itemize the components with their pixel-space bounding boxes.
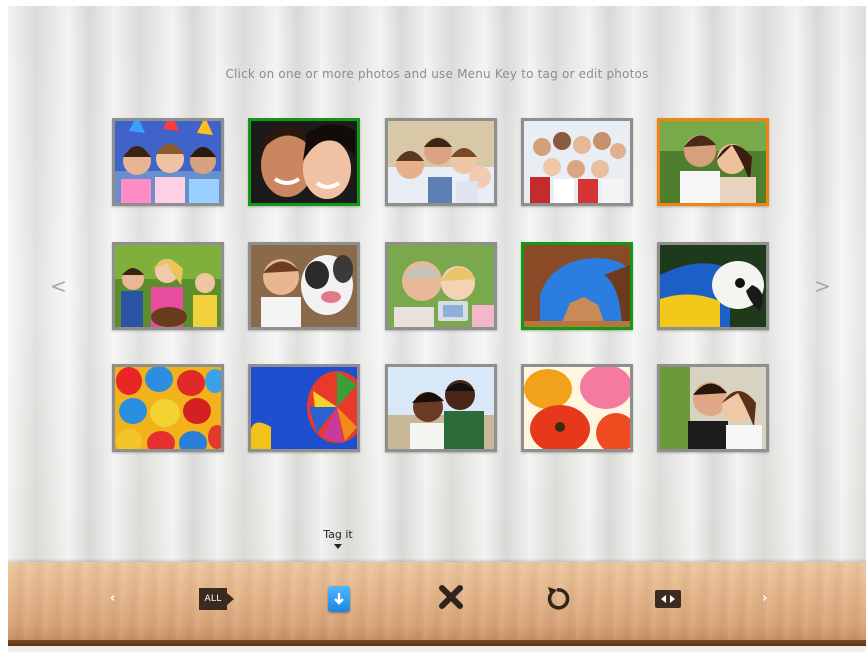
bottom-toolbar: ‹ ALL › [8, 562, 866, 640]
slideshow-icon [661, 595, 675, 603]
toolbar-previous-button[interactable]: ‹ [110, 591, 115, 606]
photo-thumbnail-group-friends[interactable] [521, 118, 633, 206]
photo-thumbnail-boy-dog[interactable] [248, 242, 360, 330]
photo-thumbnail-smiling-couple[interactable] [657, 118, 769, 206]
delete-icon [439, 585, 463, 609]
photo-thumbnail-children-dog[interactable] [112, 242, 224, 330]
photo-thumbnail-hot-air-balloon[interactable] [248, 364, 360, 452]
colorful-eggs-photo [115, 367, 221, 449]
select-all-button[interactable]: ALL [199, 588, 234, 610]
family-four-photo [388, 121, 494, 203]
group-friends-photo [524, 121, 630, 203]
photo-thumbnail-couple-closeup[interactable] [248, 118, 360, 206]
photo-thumbnail-couple-embracing[interactable] [657, 364, 769, 452]
previous-page-arrow[interactable]: < [50, 274, 67, 298]
next-page-arrow[interactable]: > [814, 274, 831, 298]
photo-thumbnail-couple-beach[interactable] [385, 364, 497, 452]
toolbar-next-button[interactable]: › [762, 591, 767, 606]
tag-button[interactable] [328, 586, 350, 612]
woman-girl-camera-photo [388, 245, 494, 327]
select-all-icon: ALL [204, 594, 222, 604]
rotate-icon [547, 587, 570, 610]
poppy-flowers-photo [524, 367, 630, 449]
tag-it-tooltip: Tag it [313, 528, 363, 549]
couple-closeup-photo [251, 121, 357, 203]
photo-thumbnail-macaw-parrot[interactable] [657, 242, 769, 330]
tag-icon [334, 593, 344, 605]
rock-arch-photo [524, 245, 630, 327]
photo-thumbnail-woman-girl-camera[interactable] [385, 242, 497, 330]
photo-thumbnail-colorful-eggs[interactable] [112, 364, 224, 452]
couple-beach-photo [388, 367, 494, 449]
instruction-text: Click on one or more photos and use Menu… [225, 67, 649, 81]
children-dog-photo [115, 245, 221, 327]
photo-thumbnail-poppy-flowers[interactable] [521, 364, 633, 452]
photo-gallery-screen: Click on one or more photos and use Menu… [8, 6, 866, 652]
slideshow-button[interactable] [655, 590, 681, 608]
photo-thumbnail-kids-party-hats[interactable] [112, 118, 224, 206]
toolbar-base [8, 646, 866, 652]
boy-dog-photo [251, 245, 357, 327]
couple-embracing-photo [660, 367, 766, 449]
kids-party-hats-photo [115, 121, 221, 203]
tag-it-label: Tag it [323, 528, 353, 541]
photo-thumbnail-rock-arch[interactable] [521, 242, 633, 330]
tooltip-caret-icon [334, 544, 342, 549]
rotate-button[interactable] [542, 584, 572, 614]
macaw-parrot-photo [660, 245, 766, 327]
photo-thumbnail-family-four[interactable] [385, 118, 497, 206]
hot-air-balloon-photo [251, 367, 357, 449]
delete-button[interactable] [436, 582, 466, 612]
smiling-couple-photo [660, 121, 766, 203]
